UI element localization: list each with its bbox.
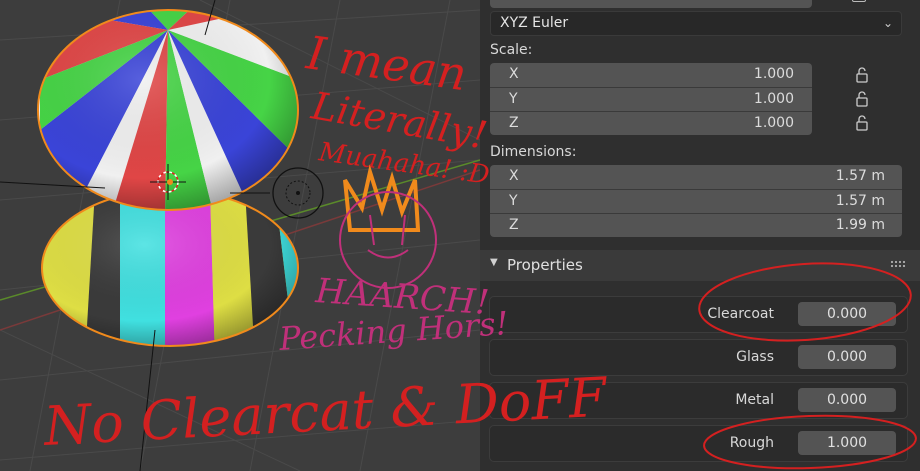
property-row-glass: Glass 0.000 [489,339,908,376]
axis-label: Z [509,217,519,233]
drag-grip-icon[interactable] [890,260,906,268]
properties-title: Properties [507,256,583,274]
dimensions-z-field[interactable]: Z 1.99 m [490,213,902,237]
scale-x-field[interactable]: X 1.000 [490,63,812,87]
bottom-sphere [42,190,298,346]
axis-label: X [509,168,519,184]
properties-section-header[interactable]: ▼ Properties [480,250,920,281]
scale-y-field[interactable]: Y 1.000 [490,87,812,111]
property-value-field[interactable]: 0.000 [798,388,896,412]
property-label: Clearcoat [707,306,774,322]
chevron-down-icon: ⌄ [882,16,893,30]
scale-label: Scale: [490,42,533,58]
axis-label: X [509,66,519,82]
rotation-mode-value: XYZ Euler [500,15,569,31]
property-label: Glass [736,349,774,365]
unlock-icon[interactable] [854,91,870,107]
lock-icon[interactable] [852,0,866,2]
field-value: 1.99 m [835,217,885,233]
field-value: 1.000 [753,91,794,107]
property-label: Rough [729,435,774,451]
viewport-canvas [0,0,480,471]
axis-label: Y [509,193,518,209]
property-value-field[interactable]: 1.000 [798,431,896,455]
property-row-metal: Metal 0.000 [489,382,908,419]
dimensions-y-field[interactable]: Y 1.57 m [490,189,902,213]
rotation-w-field[interactable] [490,0,812,8]
field-value: 1.57 m [835,168,885,184]
3d-viewport[interactable] [0,0,480,471]
dimensions-x-field[interactable]: X 1.57 m [490,165,902,189]
property-value-field[interactable]: 0.000 [798,345,896,369]
properties-panel: XYZ Euler ⌄ Scale: X 1.000 Y 1.000 Z 1.0… [480,0,920,471]
field-value: 1.57 m [835,193,885,209]
property-row-clearcoat: Clearcoat 0.000 [489,296,908,333]
property-label: Metal [735,392,774,408]
axis-label: Z [509,115,519,131]
axis-label: Y [509,91,518,107]
unlock-icon[interactable] [854,115,870,131]
top-sphere [38,10,298,210]
field-value: 1.000 [753,66,794,82]
dimensions-label: Dimensions: [490,144,577,160]
collapse-triangle-icon[interactable]: ▼ [490,257,498,268]
property-value-field[interactable]: 0.000 [798,302,896,326]
rotation-mode-dropdown[interactable]: XYZ Euler ⌄ [490,11,902,36]
scale-z-field[interactable]: Z 1.000 [490,111,812,135]
property-row-rough: Rough 1.000 [489,425,908,462]
unlock-icon[interactable] [854,67,870,83]
field-value: 1.000 [753,115,794,131]
